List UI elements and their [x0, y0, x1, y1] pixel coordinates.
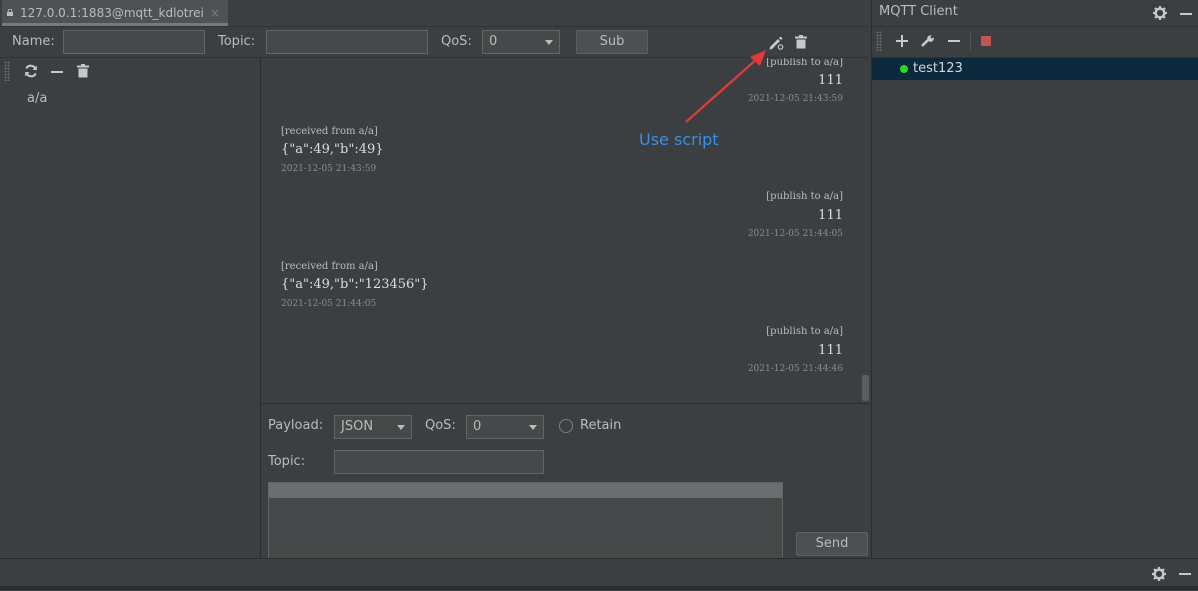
message-body: 111 [818, 343, 843, 358]
drag-handle[interactable] [876, 31, 882, 51]
payload-label: Payload: [268, 418, 324, 433]
client-list-item[interactable]: test123 [872, 58, 1198, 80]
publish-qos-label: QoS: [425, 418, 456, 433]
client-name: test123 [913, 61, 963, 76]
stop-icon[interactable] [981, 36, 991, 46]
topic-label: Topic: [218, 34, 256, 49]
chevron-down-icon [545, 40, 553, 45]
qos-select-value: 0 [489, 34, 498, 49]
retain-label: Retain [580, 418, 622, 433]
gear-icon[interactable] [1153, 6, 1167, 20]
minus-icon[interactable] [948, 40, 960, 42]
lock-icon [7, 9, 13, 16]
tab-bar: 127.0.0.1:1883@mqtt_kdlotrei × [0, 0, 868, 27]
message-body: {"a":49,"b":"123456"} [281, 277, 429, 292]
payload-format-value: JSON [341, 419, 374, 434]
topics-panel: a/a [0, 58, 261, 558]
gear-icon[interactable] [1152, 567, 1166, 581]
refresh-icon[interactable] [24, 64, 38, 78]
pencil-icon[interactable] [768, 35, 784, 50]
messages-scrollbar[interactable] [862, 375, 869, 401]
message-body: 111 [818, 73, 843, 88]
payload-editor-header [269, 483, 782, 498]
qos-select[interactable]: 0 [482, 30, 560, 54]
message-time: 2021-12-05 21:44:05 [747, 229, 843, 239]
wrench-icon[interactable] [921, 34, 935, 48]
publish-qos-value: 0 [473, 419, 482, 434]
message-meta: [received from a/a] [281, 126, 378, 137]
message-body: {"a":49,"b":49} [281, 142, 384, 157]
name-input[interactable] [63, 30, 205, 54]
topic-list-item[interactable]: a/a [27, 91, 47, 106]
minus-icon[interactable] [1179, 573, 1191, 575]
minus-icon[interactable] [51, 71, 63, 73]
retain-radio[interactable] [559, 419, 573, 433]
message-meta: [received from a/a] [281, 261, 378, 272]
publish-topic-input[interactable] [334, 450, 544, 474]
sub-button[interactable]: Sub [576, 30, 648, 54]
payload-format-select[interactable]: JSON [334, 415, 412, 439]
connection-tab-label: 127.0.0.1:1883@mqtt_kdlotrei [20, 6, 204, 20]
plus-icon[interactable] [896, 35, 908, 47]
panel-title: MQTT Client [879, 4, 958, 19]
window-bottom-edge [0, 586, 1198, 590]
trash-icon[interactable] [795, 35, 807, 49]
minus-icon[interactable] [1180, 13, 1192, 15]
drag-handle[interactable] [4, 61, 10, 81]
topic-input[interactable] [266, 30, 428, 54]
mqtt-client-panel: MQTT Client test123 [871, 0, 1198, 558]
connected-status-icon [900, 65, 908, 73]
chevron-down-icon [529, 425, 537, 430]
toolbar-divider [970, 33, 971, 50]
annotation-arrow [685, 50, 766, 123]
message-time: 2021-12-05 21:44:46 [747, 364, 843, 374]
message-meta: [publish to a/a] [766, 191, 843, 202]
qos-label: QoS: [441, 34, 472, 49]
messages-panel: [publish to a/a] 111 2021-12-05 21:43:59… [261, 58, 868, 403]
message-body: 111 [818, 208, 843, 223]
publish-panel: Payload: JSON QoS: 0 Retain Topic: Send [261, 403, 868, 560]
annotation-text: Use script [639, 130, 719, 149]
close-tab-icon[interactable]: × [210, 6, 220, 20]
send-button[interactable]: Send [796, 532, 868, 556]
publish-qos-select[interactable]: 0 [466, 415, 544, 439]
chevron-down-icon [397, 425, 405, 430]
message-meta: [publish to a/a] [766, 326, 843, 337]
message-meta: [publish to a/a] [766, 58, 843, 68]
message-time: 2021-12-05 21:43:59 [281, 164, 377, 174]
publish-topic-label: Topic: [268, 454, 306, 469]
payload-editor[interactable] [268, 482, 783, 560]
connection-tab[interactable]: 127.0.0.1:1883@mqtt_kdlotrei × [2, 0, 228, 26]
name-label: Name: [12, 34, 55, 49]
trash-icon[interactable] [77, 64, 89, 78]
client-toolbar [872, 26, 1198, 58]
message-time: 2021-12-05 21:44:05 [281, 299, 377, 309]
